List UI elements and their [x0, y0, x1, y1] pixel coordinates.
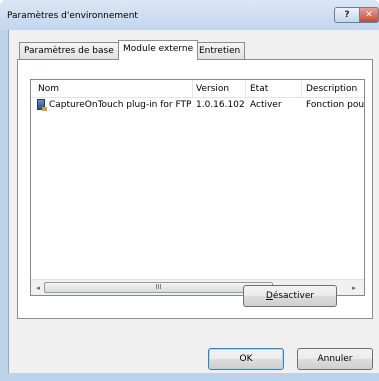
column-divider[interactable] — [245, 80, 246, 97]
tab-parametres-de-base[interactable]: Paramètres de base — [19, 42, 119, 59]
grip-icon: III — [155, 283, 162, 291]
column-header-nom[interactable]: Nom — [38, 84, 59, 94]
list-item-description: Fonction pou — [306, 100, 365, 110]
list-header: Nom Version Etat Description — [31, 80, 364, 98]
scroll-right-icon[interactable]: ▸ — [349, 283, 359, 293]
column-divider[interactable] — [301, 80, 302, 97]
dialog-window: Paramètres d'environnement ? ✕ Paramètre… — [0, 0, 379, 381]
deactivate-button-mnemonic: D — [265, 291, 273, 301]
cancel-button[interactable]: Annuler — [297, 348, 373, 370]
plugin-list[interactable]: Nom Version Etat Description CaptureOnTo… — [30, 79, 365, 296]
ok-button[interactable]: OK — [208, 348, 284, 370]
help-button[interactable]: ? — [334, 7, 360, 23]
column-header-etat[interactable]: Etat — [250, 84, 268, 94]
column-header-description[interactable]: Description — [306, 84, 357, 94]
list-item[interactable]: CaptureOnTouch plug-in for FTP 1.0.16.10… — [31, 98, 365, 112]
title-bar[interactable]: Paramètres d'environnement ? ✕ — [0, 0, 379, 30]
tab-module-externe[interactable]: Module externe — [118, 40, 199, 60]
plugin-icon — [37, 99, 47, 111]
list-item-state: Activer — [250, 100, 282, 110]
scroll-left-icon[interactable]: ◂ — [33, 283, 43, 293]
scrollbar-thumb[interactable]: III — [44, 282, 273, 293]
deactivate-button[interactable]: Désactiver — [243, 285, 337, 307]
column-header-version[interactable]: Version — [196, 84, 229, 94]
list-item-name: CaptureOnTouch plug-in for FTP — [49, 100, 192, 110]
tab-entretien[interactable]: Entretien — [194, 42, 246, 59]
list-item-version: 1.0.16.1026 — [196, 100, 245, 110]
deactivate-button-label: ésactiver — [272, 291, 315, 301]
window-title: Paramètres d'environnement — [7, 11, 138, 21]
dialog-client-area: Paramètres de base Module externe Entret… — [8, 30, 379, 373]
close-button[interactable]: ✕ — [359, 7, 379, 23]
column-divider[interactable] — [192, 80, 193, 97]
